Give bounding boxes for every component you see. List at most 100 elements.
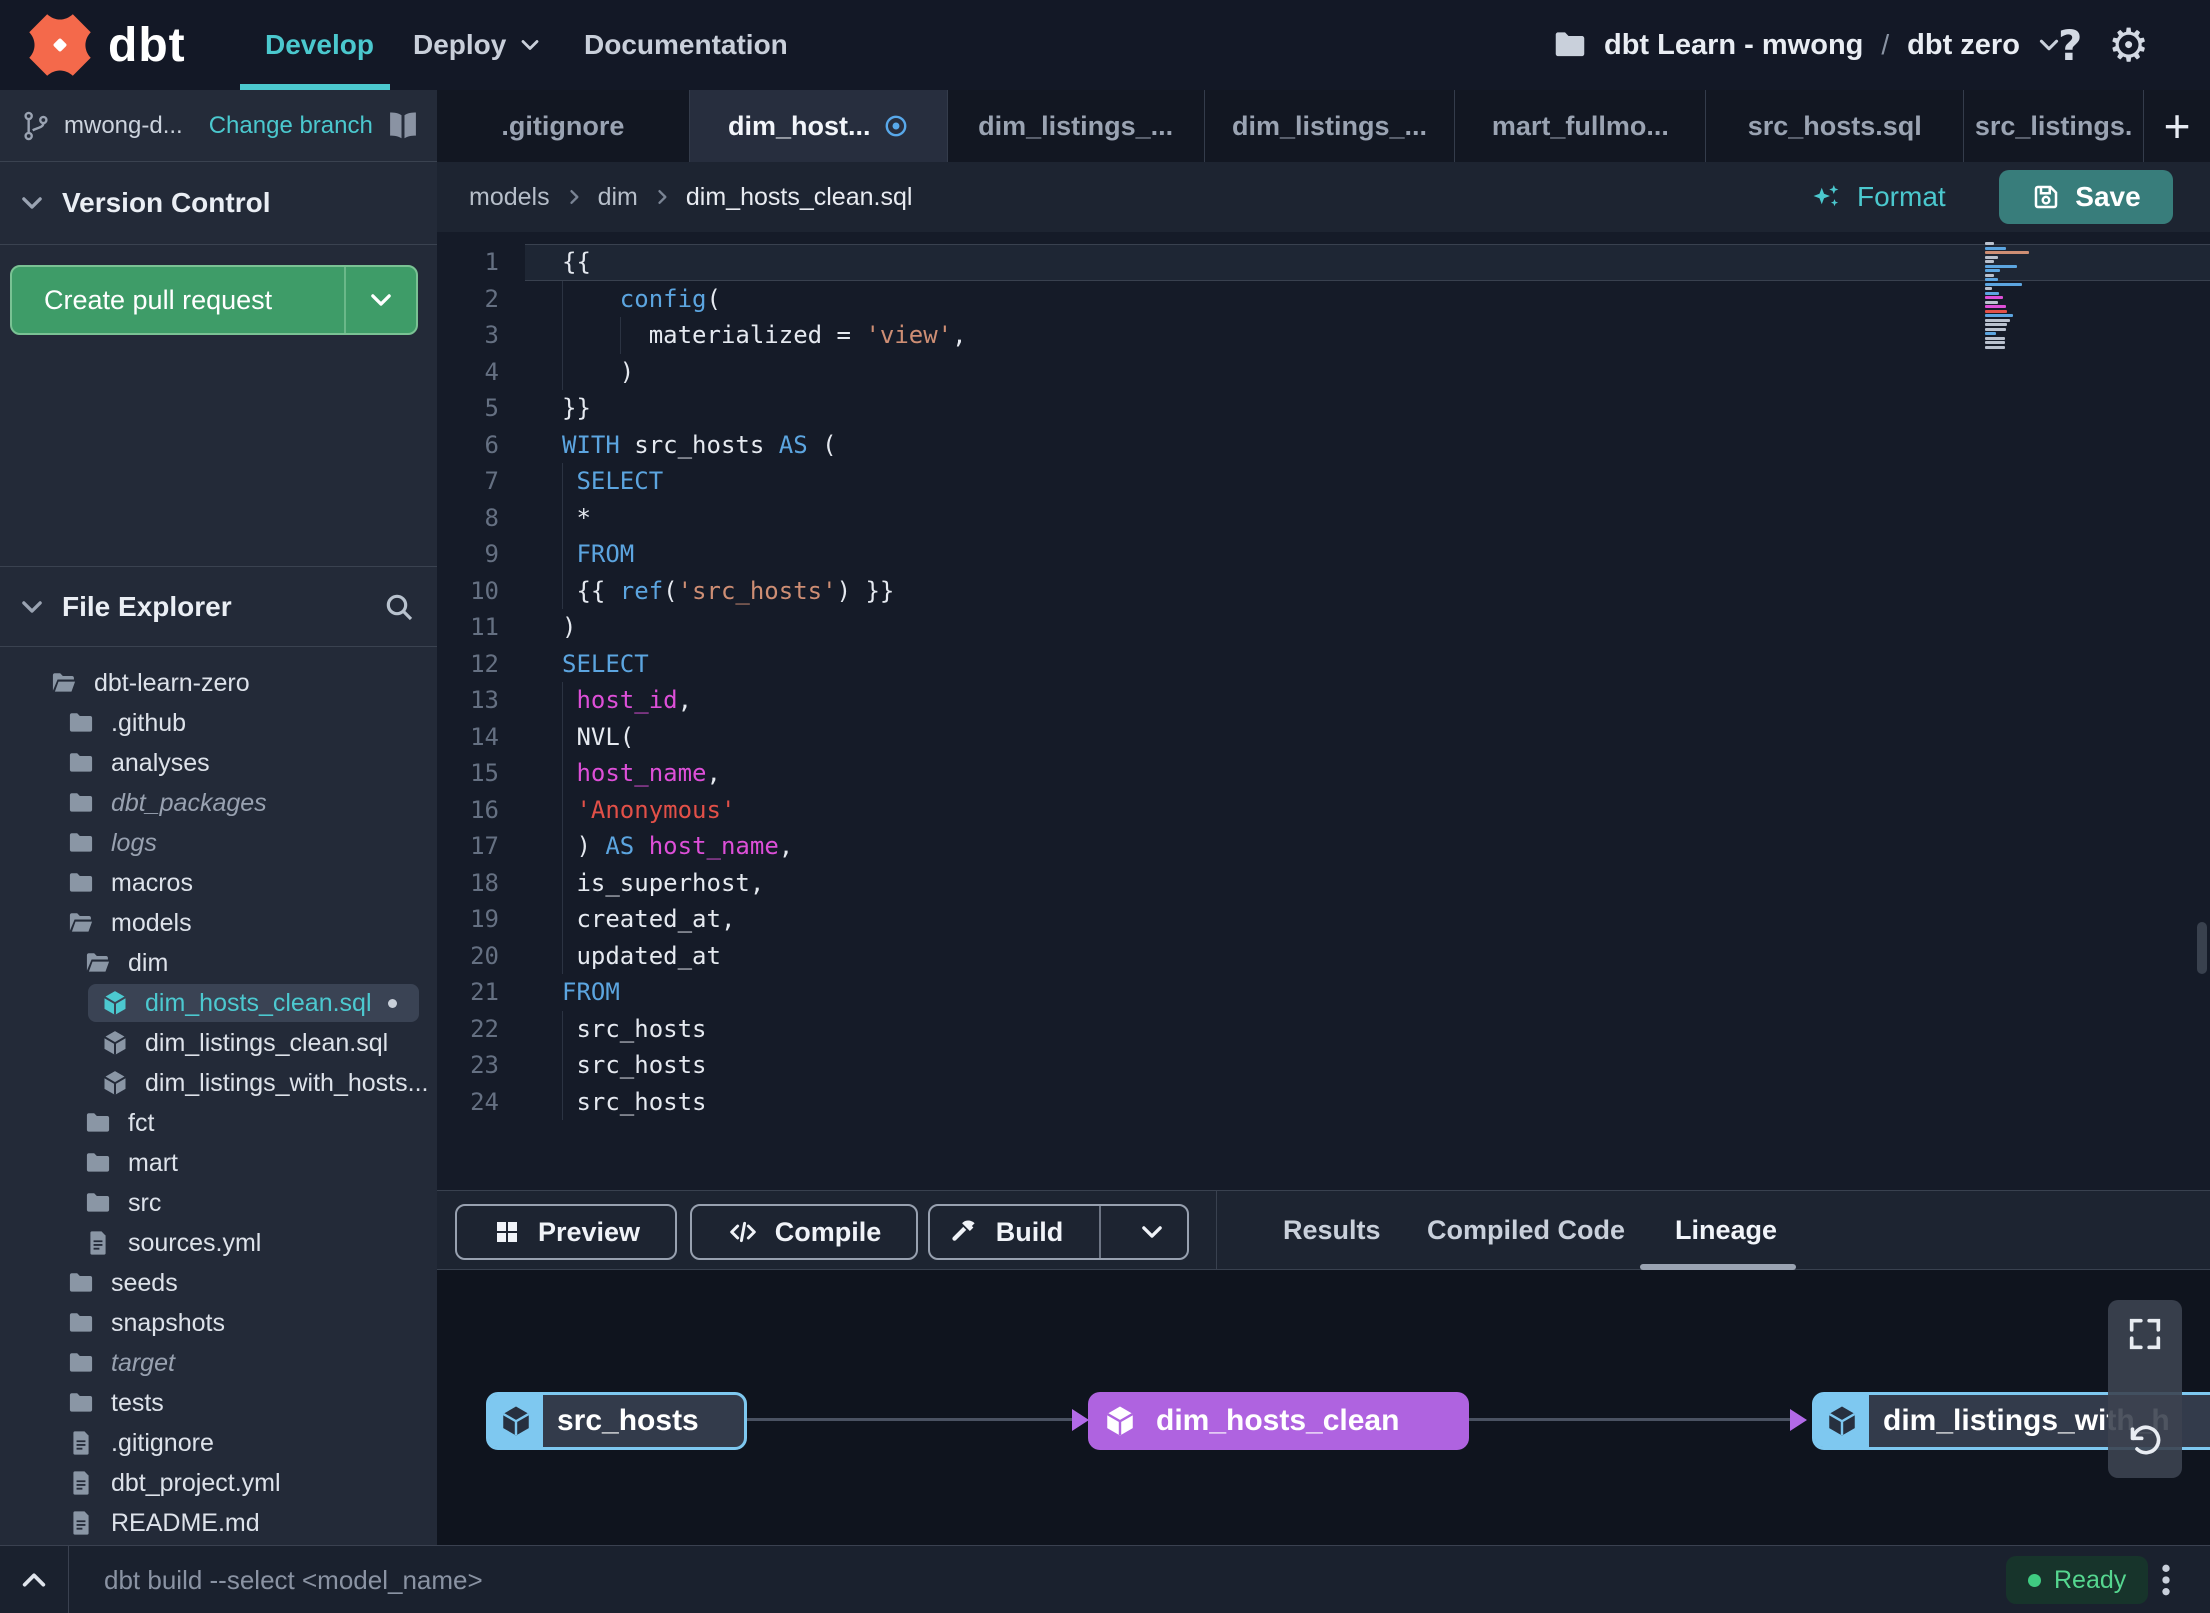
preview-button[interactable]: Preview [455, 1204, 677, 1260]
tree-item-seeds[interactable]: seeds [0, 1263, 437, 1303]
nav-deploy[interactable]: Deploy [413, 0, 542, 90]
code-text: host_name, [576, 759, 721, 788]
code-line-12[interactable]: 12 SELECT [437, 646, 2210, 683]
line-number: 5 [484, 394, 499, 423]
docs-book-icon[interactable] [385, 108, 421, 144]
code-line-23[interactable]: 23 src_hosts [437, 1047, 2210, 1084]
tree-item-dbt-packages[interactable]: dbt_packages [0, 783, 437, 823]
tree-item-analyses[interactable]: analyses [0, 743, 437, 783]
code-line-17[interactable]: 17 ) AS host_name, [437, 828, 2210, 865]
breadcrumb-dim[interactable]: dim [598, 183, 638, 212]
save-button[interactable]: Save [1999, 170, 2173, 224]
tree-item-dim[interactable]: dim [0, 943, 437, 983]
code-editor[interactable]: 1{{2 config(3 materialized = 'view', 4 ) 5… [437, 232, 2210, 1190]
tree-item-dbt-learn-zero[interactable]: dbt-learn-zero [0, 663, 437, 703]
tree-item-models[interactable]: models [0, 903, 437, 943]
code-line-6[interactable]: 6 WITH src_hosts AS ( [437, 427, 2210, 464]
tree-item-src[interactable]: src [0, 1183, 437, 1223]
tree-item-label: dim [128, 948, 169, 977]
chevron-up-icon[interactable] [16, 1564, 52, 1596]
nav-documentation[interactable]: Documentation [584, 0, 788, 90]
compile-button[interactable]: Compile [690, 1204, 918, 1260]
version-control-header[interactable]: Version Control [0, 162, 437, 245]
code-line-14[interactable]: 14 NVL( [437, 718, 2210, 755]
help-button[interactable]: ? [2058, 0, 2082, 90]
build-button[interactable]: Build [930, 1206, 1083, 1258]
chevron-down-icon [18, 593, 46, 621]
editor-tab-5[interactable]: mart_fullmo... [1455, 90, 1707, 162]
code-line-8[interactable]: 8 * [437, 499, 2210, 536]
tree-item-dbt-project.yml[interactable]: dbt_project.yml [0, 1463, 437, 1503]
new-tab-button[interactable]: + [2144, 90, 2210, 162]
settings-gear-icon[interactable]: ⚙ [2108, 0, 2149, 90]
tree-item-.github[interactable]: .github [0, 703, 437, 743]
kebab-menu-icon[interactable] [2146, 1560, 2186, 1600]
undo-history-icon[interactable] [2125, 1420, 2165, 1460]
tree-item-tests[interactable]: tests [0, 1383, 437, 1423]
nav-develop[interactable]: Develop [265, 0, 374, 90]
code-line-13[interactable]: 13 host_id, [437, 682, 2210, 719]
editor-tab-7[interactable]: src_listings. [1964, 90, 2145, 162]
lineage-node-dim_hosts_clean[interactable]: dim_hosts_clean [1088, 1392, 1469, 1450]
command-input[interactable]: dbt build --select <model_name> [104, 1546, 483, 1613]
sparkles-icon [1809, 180, 1843, 214]
tree-item-logs[interactable]: logs [0, 823, 437, 863]
tab-compiled-code[interactable]: Compiled Code [1427, 1191, 1625, 1270]
dbt-logo-icon[interactable] [28, 13, 92, 77]
editor-tab-4[interactable]: dim_listings_... [1205, 90, 1456, 162]
tree-item-sources.yml[interactable]: sources.yml [0, 1223, 437, 1263]
code-line-22[interactable]: 22 src_hosts [437, 1010, 2210, 1047]
tree-item-fct[interactable]: fct [0, 1103, 437, 1143]
code-line-19[interactable]: 19 created_at, [437, 901, 2210, 938]
editor-minimap[interactable] [1985, 242, 2047, 350]
tab-results[interactable]: Results [1283, 1191, 1381, 1270]
breadcrumb: models dim dim_hosts_clean.sql Format Sa… [437, 162, 2210, 232]
tree-item-dim-listings-with-hosts...[interactable]: dim_listings_with_hosts... [0, 1063, 437, 1103]
code-line-20[interactable]: 20 updated_at [437, 937, 2210, 974]
code-line-11[interactable]: 11) [437, 609, 2210, 646]
code-line-2[interactable]: 2 config( [437, 280, 2210, 317]
code-line-7[interactable]: 7 SELECT [437, 463, 2210, 500]
lineage-node-src_hosts[interactable]: src_hosts [486, 1392, 747, 1450]
minimap-line [1985, 260, 1994, 263]
tree-item-target[interactable]: target [0, 1343, 437, 1383]
editor-tab-2[interactable]: dim_host... [689, 90, 948, 162]
code-line-24[interactable]: 24 src_hosts [437, 1083, 2210, 1120]
tree-item-readme.md[interactable]: README.md [0, 1503, 437, 1543]
line-number: 15 [470, 759, 499, 788]
change-branch-link[interactable]: Change branch [209, 112, 373, 140]
code-line-1[interactable]: 1 {{ [437, 244, 2210, 281]
fullscreen-expand-icon[interactable] [2125, 1314, 2165, 1354]
code-line-3[interactable]: 3 materialized = 'view', [437, 317, 2210, 354]
line-number: 4 [484, 357, 499, 386]
create-pull-request-button[interactable]: Create pull request [10, 265, 418, 335]
code-line-21[interactable]: 21 FROM [437, 974, 2210, 1011]
tab-lineage[interactable]: Lineage [1675, 1191, 1777, 1270]
pr-dropdown-caret[interactable] [346, 286, 416, 314]
tree-item-snapshots[interactable]: snapshots [0, 1303, 437, 1343]
tree-item-mart[interactable]: mart [0, 1143, 437, 1183]
editor-tab-6[interactable]: src_hosts.sql [1706, 90, 1965, 162]
code-line-4[interactable]: 4 ) [437, 353, 2210, 390]
breadcrumb-models[interactable]: models [469, 183, 550, 212]
format-button[interactable]: Format [1809, 162, 1946, 232]
editor-tab-3[interactable]: dim_listings_... [948, 90, 1205, 162]
code-line-15[interactable]: 15 host_name, [437, 755, 2210, 792]
build-dropdown-caret[interactable] [1117, 1206, 1187, 1258]
code-line-5[interactable]: 5}} [437, 390, 2210, 427]
code-line-10[interactable]: 10 {{ ref('src_hosts') }} [437, 572, 2210, 609]
tree-item-label: logs [111, 828, 157, 857]
code-line-9[interactable]: 9 FROM [437, 536, 2210, 573]
search-icon[interactable] [383, 591, 415, 623]
file-explorer-header[interactable]: File Explorer [0, 566, 437, 647]
tree-item-dim-listings-clean.sql[interactable]: dim_listings_clean.sql [0, 1023, 437, 1063]
tree-item-macros[interactable]: macros [0, 863, 437, 903]
tree-item-dim-hosts-clean.sql[interactable]: dim_hosts_clean.sql [0, 983, 437, 1023]
editor-tab-1[interactable]: .gitignore [437, 90, 690, 162]
code-line-16[interactable]: 16 'Anonymous' [437, 791, 2210, 828]
editor-scrollbar[interactable] [2197, 922, 2207, 974]
project-switcher[interactable]: dbt Learn - mwong / dbt zero [1552, 0, 2062, 90]
lineage-graph[interactable]: src_hosts dim_hosts_clean dim_listings_wit… [437, 1270, 2210, 1545]
code-line-18[interactable]: 18 is_superhost, [437, 864, 2210, 901]
tree-item-.gitignore[interactable]: .gitignore [0, 1423, 437, 1463]
